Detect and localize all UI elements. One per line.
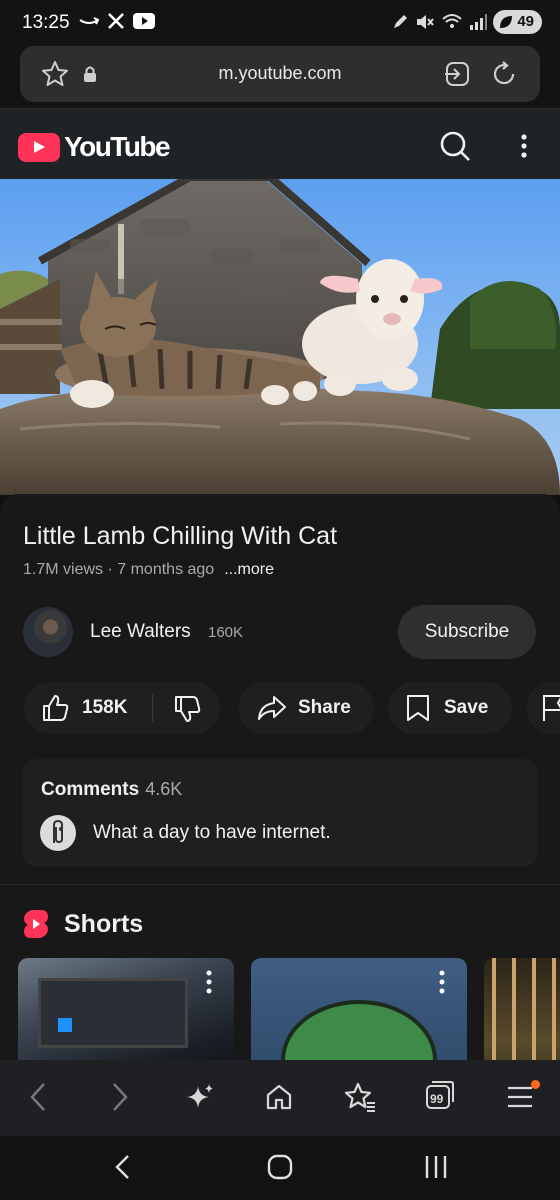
back-arrow-icon[interactable] (28, 1080, 48, 1114)
share-button[interactable]: Share (238, 682, 374, 734)
shorts-header: Shorts (22, 908, 143, 940)
youtube-header: YouTube (0, 108, 560, 179)
hamburger-menu-icon (508, 1086, 532, 1108)
thumbs-down-icon[interactable] (172, 694, 202, 724)
android-navigation-bar (0, 1136, 560, 1200)
save-button[interactable]: Save (388, 682, 512, 734)
more-vertical-icon[interactable] (206, 970, 212, 994)
shorts-carousel (0, 958, 560, 1060)
video-metadata[interactable]: 1.7M views · 7 months ago ...more (23, 561, 274, 579)
address-bar[interactable]: m.youtube.com (20, 46, 540, 102)
subscriber-count: 160K (208, 624, 244, 641)
amazon-icon (79, 17, 100, 25)
signal-icon (470, 14, 488, 30)
flag-icon (543, 695, 560, 721)
upload-age: 7 months ago (117, 561, 215, 578)
youtube-logo[interactable]: YouTube (18, 131, 171, 163)
bookmark-icon (407, 695, 429, 721)
paperclip-icon (53, 819, 63, 844)
short-thumbnail-image (38, 978, 188, 1048)
reload-icon[interactable] (489, 59, 519, 89)
tabs-button[interactable]: 99 (424, 1080, 454, 1110)
subscribe-button[interactable]: Subscribe (398, 605, 536, 659)
tabs-count: 99 (430, 1092, 444, 1106)
ai-sparkle-icon[interactable] (185, 1082, 215, 1112)
youtube-play-logo-icon (18, 132, 60, 162)
youtube-icon (133, 13, 155, 29)
comments-header: Comments 4.6K (41, 779, 182, 801)
view-count: 1.7M views (23, 561, 104, 578)
shorts-logo-icon (24, 910, 48, 938)
battery-level: 49 (517, 13, 534, 30)
status-time: 13:25 (22, 12, 70, 33)
home-icon[interactable] (264, 1082, 294, 1112)
short-card[interactable] (18, 958, 234, 1060)
nav-back-icon[interactable] (112, 1152, 134, 1182)
action-buttons-row: 158K Share Save (0, 682, 560, 734)
video-frame-image (0, 179, 560, 495)
thumbs-up-icon[interactable] (40, 693, 70, 723)
short-thumbnail-image (492, 958, 556, 1060)
video-title[interactable]: Little Lamb Chilling With Cat (23, 522, 337, 551)
channel-avatar[interactable] (23, 607, 73, 657)
short-card[interactable] (251, 958, 467, 1060)
share-arrow-icon (258, 696, 286, 720)
nav-home-icon[interactable] (266, 1152, 294, 1182)
like-divider (152, 694, 153, 722)
nav-recents-icon[interactable] (423, 1152, 449, 1182)
status-notification-icons (78, 11, 156, 31)
short-card[interactable] (484, 958, 560, 1060)
commenter-avatar (40, 815, 76, 851)
save-label: Save (444, 697, 489, 718)
status-bar: 13:25 49 (0, 0, 560, 46)
short-thumbnail-image (281, 1000, 437, 1060)
battery-indicator: 49 (493, 10, 542, 34)
like-count[interactable]: 158K (82, 697, 127, 719)
browser-bottom-bar: 99 (0, 1060, 560, 1136)
shorts-title: Shorts (64, 909, 144, 938)
video-player[interactable] (0, 179, 560, 495)
channel-name[interactable]: Lee Walters (90, 621, 191, 643)
comments-card[interactable]: Comments 4.6K What a day to have internet… (22, 759, 538, 867)
wifi-icon (442, 14, 462, 28)
video-details-panel: Little Lamb Chilling With Cat 1.7M views… (0, 494, 560, 1060)
description-more-link[interactable]: ...more (224, 561, 274, 578)
pen-icon (394, 15, 408, 28)
channel-row: Lee Walters 160K Subscribe (0, 605, 560, 659)
youtube-logo-text: YouTube (64, 131, 171, 162)
bookmarks-icon[interactable] (343, 1081, 377, 1113)
report-button[interactable] (526, 682, 560, 734)
search-icon[interactable] (438, 129, 472, 163)
short-thumbnail-detail (58, 1018, 72, 1032)
notification-dot (531, 1080, 540, 1089)
status-system-icons: 49 (391, 10, 542, 34)
forward-arrow-icon[interactable] (110, 1080, 130, 1114)
share-label: Share (298, 697, 351, 718)
top-comment-text: What a day to have internet. (93, 822, 331, 843)
section-divider (0, 884, 560, 885)
comments-title: Comments (41, 779, 140, 800)
more-vertical-icon[interactable] (514, 129, 534, 163)
mute-icon (417, 15, 435, 29)
leaf-icon (500, 16, 513, 28)
meta-separator: · (103, 561, 118, 578)
comments-count: 4.6K (145, 779, 183, 799)
browser-toolbar: m.youtube.com (0, 46, 560, 108)
browser-menu-button[interactable] (506, 1080, 540, 1110)
open-in-app-icon[interactable] (442, 59, 472, 89)
x-icon (108, 13, 124, 29)
like-dislike-pill: 158K (24, 682, 220, 734)
more-vertical-icon[interactable] (439, 970, 445, 994)
